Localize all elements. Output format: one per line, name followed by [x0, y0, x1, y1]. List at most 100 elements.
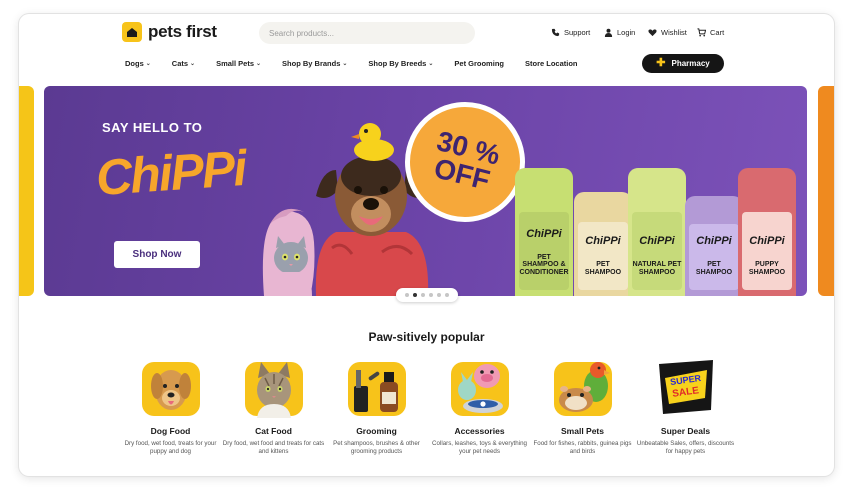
nav-label: Cats — [171, 59, 189, 68]
next-slide-peek[interactable] — [818, 86, 834, 296]
bottle-label: ChiPPi PET SHAMPOO — [578, 222, 628, 290]
category-cat-food[interactable]: Cat Food Dry food, wet food and treats f… — [222, 356, 325, 457]
chevron-down-icon: ⌄ — [190, 61, 196, 67]
bottle-brand: ChiPPi — [749, 235, 785, 248]
category-desc: Collars, leashes, toys & everything your… — [432, 440, 527, 456]
product-bottle: ChiPPi PET SHAMPOO — [685, 196, 743, 296]
nav-label: Dogs — [125, 59, 144, 68]
dog-icon — [140, 356, 202, 418]
grooming-icon — [346, 356, 408, 418]
login-link[interactable]: Login — [604, 28, 635, 37]
bottle-name: PET SHAMPOO — [695, 261, 733, 276]
bottle-brand: ChiPPi — [696, 235, 732, 248]
pharmacy-button[interactable]: ✚ Pharmacy — [642, 54, 724, 73]
search-input[interactable] — [259, 22, 475, 44]
category-desc: Unbeatable Sales, offers, discounts for … — [636, 440, 735, 456]
bottle-brand: ChiPPi — [585, 235, 621, 248]
carousel-dot[interactable] — [405, 293, 409, 297]
support-link[interactable]: Support — [551, 28, 590, 37]
nav-label: Pet Grooming — [454, 59, 504, 68]
product-bottle: ChiPPi NATURAL PET SHAMPOO — [628, 168, 686, 296]
shop-now-button[interactable]: Shop Now — [114, 241, 200, 268]
cat-image — [262, 208, 315, 296]
carousel-dot-active[interactable] — [413, 293, 417, 297]
bottle-label: ChiPPi PET SHAMPOO & CONDITIONER — [519, 212, 569, 290]
nav-label: Store Location — [524, 59, 578, 68]
nav-item-cats[interactable]: Cats ⌄ — [172, 59, 195, 68]
category-desc: Pet shampoos, brushes & other grooming p… — [333, 440, 420, 456]
category-name: Small Pets — [561, 426, 604, 436]
nav-item-small-pets[interactable]: Small Pets ⌄ — [216, 59, 261, 68]
site-logo[interactable]: pets first — [122, 22, 217, 42]
nav-label: Small Pets — [216, 59, 255, 68]
small-pets-icon — [552, 356, 614, 418]
category-accessories[interactable]: Accessories Collars, leashes, toys & eve… — [428, 356, 531, 457]
browser-page: pets first Support Login Wishlist Cart D… — [19, 14, 834, 476]
user-icon — [604, 28, 613, 37]
carousel-dot[interactable] — [437, 293, 441, 297]
cat-icon — [243, 356, 305, 418]
wishlist-label: Wishlist — [661, 28, 687, 37]
category-name: Dog Food — [150, 426, 191, 436]
nav-item-shop-by-brands[interactable]: Shop By Brands ⌄ — [282, 59, 347, 68]
pharmacy-label: Pharmacy — [671, 59, 710, 68]
cart-link[interactable]: Cart — [697, 28, 724, 37]
plus-icon: ✚ — [656, 57, 666, 69]
bottle-brand: ChiPPi — [639, 235, 675, 248]
cart-label: Cart — [710, 28, 725, 37]
carousel-dot[interactable] — [421, 293, 425, 297]
hero-banner[interactable]: SAY HELLO TO ChiPPi Shop Now 30 % OFF Ch… — [44, 86, 807, 296]
bottle-label: ChiPPi PUPPY SHAMPOO — [742, 212, 792, 290]
nav-label: Shop By Breeds — [368, 59, 427, 68]
logo-text: pets first — [148, 22, 217, 41]
rubber-duck-image — [351, 123, 394, 161]
cart-icon — [697, 28, 706, 37]
product-bottle: ChiPPi PET SHAMPOO — [574, 192, 632, 296]
product-bottle: ChiPPi PET SHAMPOO & CONDITIONER — [515, 168, 573, 296]
bottle-brand: ChiPPi — [526, 227, 562, 240]
category-grooming[interactable]: Grooming Pet shampoos, brushes & other g… — [325, 356, 428, 457]
house-paw-icon — [122, 22, 142, 42]
login-label: Login — [617, 28, 636, 37]
chevron-down-icon: ⌄ — [428, 61, 434, 67]
super-sale-icon: SUPER SALE — [655, 356, 717, 418]
phone-icon — [551, 28, 560, 37]
nav-item-shop-by-breeds[interactable]: Shop By Breeds ⌄ — [368, 59, 433, 68]
nav-item-store-location[interactable]: Store Location — [525, 59, 578, 68]
chevron-down-icon: ⌄ — [342, 61, 348, 67]
chevron-down-icon: ⌄ — [145, 61, 151, 67]
category-desc: Dry food, wet food and treats for cats a… — [222, 440, 325, 456]
chevron-down-icon: ⌄ — [256, 61, 262, 67]
product-bottle: ChiPPi PUPPY SHAMPOO — [738, 168, 796, 296]
carousel-dot[interactable] — [445, 293, 449, 297]
bottle-name: PUPPY SHAMPOO — [748, 261, 786, 276]
accessories-icon — [449, 356, 511, 418]
carousel-dot[interactable] — [429, 293, 433, 297]
wishlist-link[interactable]: Wishlist — [648, 28, 687, 37]
category-small-pets[interactable]: Small Pets Food for fishes, rabbits, gui… — [531, 356, 634, 457]
carousel-pagination — [396, 288, 458, 302]
category-name: Cat Food — [255, 426, 292, 436]
hero-brand-logo: ChiPPi — [94, 139, 247, 207]
category-super-deals[interactable]: SUPER SALE Super Deals Unbeatable Sales,… — [634, 356, 737, 457]
category-dog-food[interactable]: Dog Food Dry food, wet food, treats for … — [119, 356, 222, 457]
main-nav: Dogs ⌄ Cats ⌄ Small Pets ⌄ Shop By Brands ⌄ … — [125, 59, 599, 68]
nav-item-dogs[interactable]: Dogs ⌄ — [125, 59, 151, 68]
category-desc: Dry food, wet food, treats for your pupp… — [124, 440, 217, 456]
hero-eyebrow: SAY HELLO TO — [102, 120, 203, 135]
category-name: Grooming — [356, 426, 397, 436]
nav-item-pet-grooming[interactable]: Pet Grooming — [454, 59, 504, 68]
prev-slide-peek[interactable] — [19, 86, 34, 296]
bottle-label: ChiPPi NATURAL PET SHAMPOO — [632, 212, 682, 290]
section-title: Paw-sitively popular — [368, 330, 485, 344]
category-name: Super Deals — [660, 426, 711, 436]
category-name: Accessories — [454, 426, 505, 436]
bottle-label: ChiPPi PET SHAMPOO — [689, 224, 739, 290]
category-desc: Food for fishes, rabbits, guinea pigs an… — [533, 440, 632, 456]
bottle-name: NATURAL PET SHAMPOO — [632, 261, 682, 276]
support-label: Support — [564, 28, 591, 37]
bottle-name: PET SHAMPOO — [584, 261, 622, 276]
category-list: Dog Food Dry food, wet food, treats for … — [119, 356, 737, 457]
nav-label: Shop By Brands — [282, 59, 341, 68]
heart-icon — [648, 29, 657, 37]
